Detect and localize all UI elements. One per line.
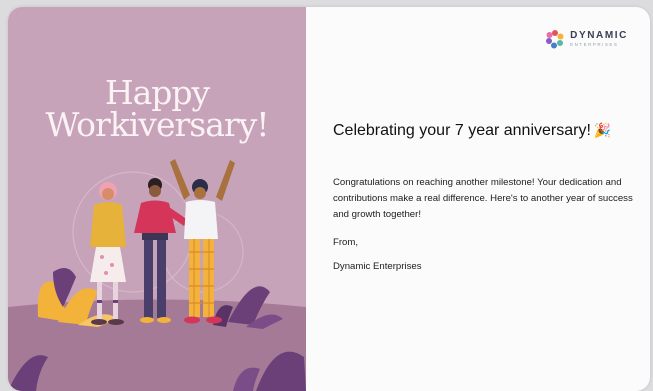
dynamic-logo-icon	[546, 30, 564, 49]
illustration-panel: Happy Workiversary!	[8, 7, 306, 391]
signature: Dynamic Enterprises	[333, 261, 422, 272]
person-right	[170, 159, 235, 324]
anniversary-card: Happy Workiversary! DYNAMIC ENTERPRISES …	[8, 7, 650, 391]
company-tagline: ENTERPRISES	[570, 41, 619, 47]
card-title-text: Celebrating your 7 year anniversary!	[333, 122, 591, 139]
card-title: Celebrating your 7 year anniversary! 🎉	[333, 120, 633, 141]
from-label: From,	[333, 237, 359, 248]
company-name: DYNAMIC	[570, 29, 628, 41]
congratulations-message: Congratulations on reaching another mile…	[333, 177, 633, 220]
celebration-illustration	[8, 159, 306, 391]
party-popper-icon: 🎉	[593, 122, 612, 138]
company-logo: DYNAMIC ENTERPRISES	[545, 29, 628, 49]
message-panel: DYNAMIC ENTERPRISES Celebrating your 7 y…	[306, 7, 650, 391]
